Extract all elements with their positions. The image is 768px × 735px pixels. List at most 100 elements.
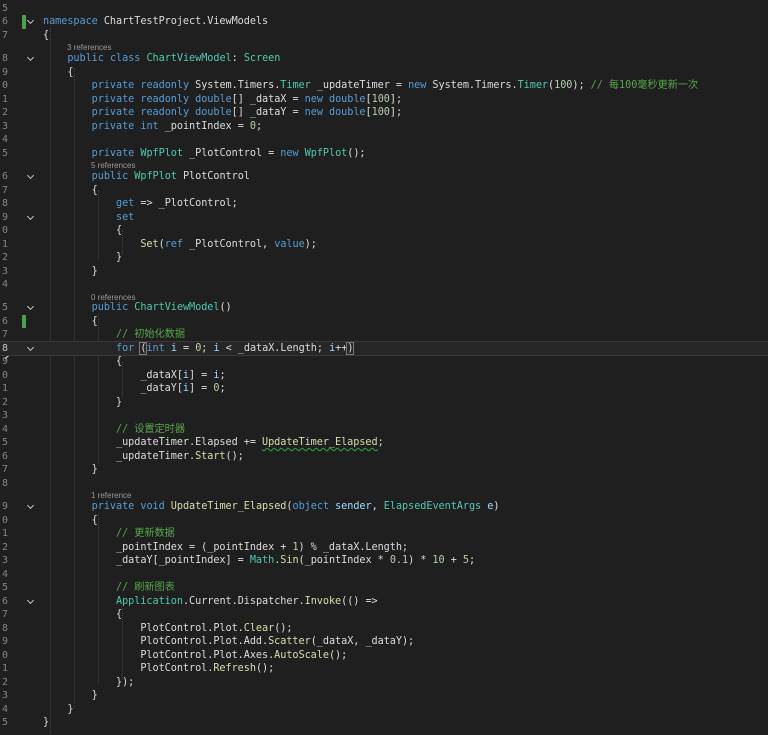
code-line[interactable]: 2 }); [0, 676, 768, 690]
line-number: 1 [1, 238, 8, 250]
code-line[interactable]: 1 Set(ref _PlotControl, value); [0, 238, 768, 252]
code-line[interactable]: 2 } [0, 396, 768, 410]
code-text: _dataY[_pointIndex] = Math.Sin(_pointInd… [43, 555, 476, 566]
code-line[interactable]: 2 private readonly double[] _dataY = new… [0, 106, 768, 120]
code-line[interactable]: 9 PlotControl.Plot.Add.Scatter(_dataX, _… [0, 635, 768, 649]
code-line[interactable]: 4 [0, 278, 768, 292]
line-number: 7 [1, 329, 8, 340]
code-line[interactable]: 0 _dataX[i] = i; [0, 369, 768, 383]
code-text: // 初始化数据 [116, 329, 185, 340]
fold-chevron-icon[interactable] [27, 170, 36, 184]
code-line[interactable]: 9 { [0, 66, 768, 80]
code-line[interactable]: 9 { [0, 355, 768, 369]
code-line[interactable]: 8 PlotControl.Plot.Clear(); [0, 622, 768, 636]
code-text: _dataX[i] = i; [43, 369, 226, 381]
line-number: 0 [1, 649, 8, 661]
code-line[interactable]: 1 private readonly double[] _dataX = new… [0, 93, 768, 107]
code-line[interactable]: 7 { [0, 608, 768, 622]
code-line[interactable]: 4 [0, 568, 768, 582]
code-line[interactable]: 7 { [0, 184, 768, 198]
code-text: { [43, 66, 74, 78]
line-number: 2 [1, 541, 8, 553]
fold-chevron-icon[interactable] [27, 52, 36, 66]
code-line[interactable]: 9 private void UpdateTimer_Elapsed(objec… [0, 500, 768, 514]
code-line[interactable]: 2 } [0, 251, 768, 265]
code-line[interactable]: 5 private WpfPlot _PlotControl = new Wpf… [0, 147, 768, 161]
code-line[interactable]: 0 { [0, 224, 768, 238]
code-text: PlotControl.Refresh(); [43, 663, 275, 674]
code-line[interactable]: 3 _dataY[_pointIndex] = Math.Sin(_pointI… [0, 554, 768, 568]
code-text: { [43, 609, 123, 620]
line-number: 8 [1, 622, 8, 634]
change-marker [22, 314, 26, 328]
code-line[interactable]: 8 get => _PlotControl; [0, 197, 768, 211]
code-line[interactable]: 0 PlotControl.Plot.Axes.AutoScale(); [0, 649, 768, 663]
code-line[interactable]: 4 // 设置定时器 [0, 423, 768, 437]
code-text: _updateTimer.Start(); [43, 450, 244, 462]
code-line-current[interactable]: 8 for (int i = 0; i < _dataX.Length; i++… [0, 340, 768, 356]
code-text: } [43, 464, 98, 475]
code-text: Application.Current.Dispatcher.Invoke(()… [116, 595, 378, 607]
code-line[interactable]: 6 { [0, 314, 768, 328]
code-text: } [43, 690, 98, 701]
fold-chevron-icon[interactable] [27, 301, 36, 315]
fold-chevron-icon[interactable] [27, 211, 36, 225]
line-number: 2 [1, 676, 8, 688]
line-number: 0 [1, 80, 8, 91]
code-text: { [43, 184, 98, 196]
fold-chevron-icon[interactable] [27, 595, 36, 609]
code-line[interactable]: 5 _updateTimer.Elapsed += UpdateTimer_El… [0, 436, 768, 450]
line-number: 9 [1, 66, 8, 78]
fold-chevron-icon[interactable] [27, 15, 36, 29]
code-line[interactable]: 5 public ChartViewModel() [0, 301, 768, 315]
code-text: private readonly double[] _dataY = new d… [91, 107, 403, 118]
code-line[interactable]: 9 set [0, 211, 768, 225]
code-line[interactable]: 6 public WpfPlot PlotControl [0, 170, 768, 184]
code-line[interactable]: 6 Application.Current.Dispatcher.Invoke(… [0, 595, 768, 609]
code-line[interactable]: 8 [0, 477, 768, 491]
code-line[interactable]: 8 public class ChartViewModel: Screen [0, 52, 768, 66]
code-line[interactable]: 0 { [0, 514, 768, 528]
line-number: 8 [1, 198, 8, 209]
code-text: } [43, 703, 74, 715]
line-number: 5 [1, 147, 8, 159]
code-line[interactable]: 2 _pointIndex = (_pointIndex + 1) % _dat… [0, 541, 768, 555]
code-text: set [116, 211, 135, 223]
code-line[interactable]: 5 [0, 2, 768, 16]
code-line[interactable]: 1 // 更新数据 [0, 527, 768, 541]
code-text: namespace ChartTestProject.ViewModels [43, 16, 269, 27]
code-editor[interactable]: 5 6 namespace ChartTestProject.ViewModels 7… [0, 0, 768, 735]
fold-chevron-icon[interactable] [27, 342, 36, 356]
code-line[interactable]: 7 // 初始化数据 [0, 328, 768, 342]
code-text: Set(ref _PlotControl, value); [140, 238, 317, 250]
code-line[interactable]: 5} [0, 716, 768, 730]
codelens-references[interactable]: 1 reference [91, 490, 131, 501]
code-line[interactable]: 5 // 刷新图表 [0, 581, 768, 595]
code-line[interactable]: 7 } [0, 463, 768, 477]
line-number: 9 [1, 356, 8, 367]
code-line[interactable]: 0 private readonly System.Timers.Timer _… [0, 79, 768, 93]
line-number: 3 [1, 690, 8, 701]
code-line[interactable]: 1 PlotControl.Refresh(); [0, 662, 768, 676]
code-text: PlotControl.Plot.Axes.AutoScale(); [43, 649, 348, 661]
line-number: 4 [1, 134, 8, 145]
code-line[interactable]: 1 _dataY[i] = 0; [0, 382, 768, 396]
code-text: PlotControl.Plot.Clear(); [43, 622, 293, 634]
fold-chevron-icon[interactable] [27, 500, 36, 514]
code-line[interactable]: 7{ [0, 29, 768, 43]
code-line[interactable]: 6 namespace ChartTestProject.ViewModels [0, 15, 768, 29]
code-line[interactable]: 6 _updateTimer.Start(); [0, 450, 768, 464]
code-text: _dataY[i] = 0; [43, 383, 226, 394]
code-line[interactable]: 4 } [0, 703, 768, 717]
code-line[interactable]: 3 private int _pointIndex = 0; [0, 120, 768, 134]
line-number: 2 [1, 396, 8, 408]
line-number: 5 [1, 437, 8, 448]
line-number: 3 [1, 120, 8, 132]
line-number: 9 [1, 211, 8, 223]
code-line[interactable]: 4 [0, 133, 768, 147]
code-line[interactable]: 3 } [0, 689, 768, 703]
code-line[interactable]: 3 [0, 409, 768, 423]
code-line[interactable]: 3 } [0, 265, 768, 279]
line-number: 1 [1, 528, 8, 539]
line-number: 7 [1, 29, 8, 41]
